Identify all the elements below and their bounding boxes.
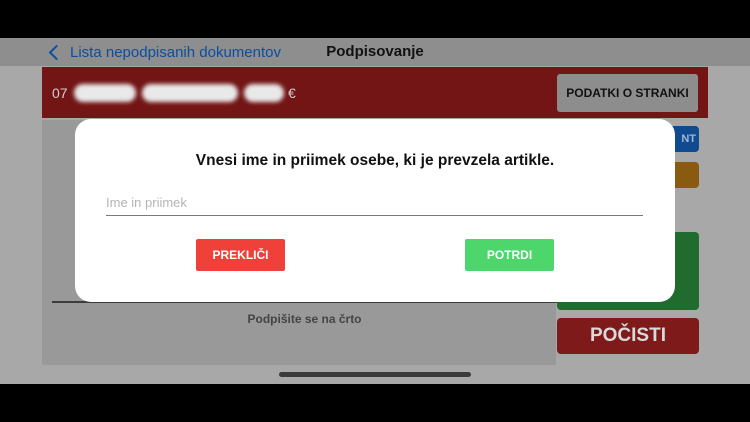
full-name-input[interactable] <box>106 189 643 216</box>
signature-hint: Podpišite se na črto <box>247 312 362 326</box>
document-header: 07 € PODATKI O STRANKI <box>42 67 708 118</box>
dialog-title: Vnesi ime in priimek osebe, ki je prevze… <box>195 152 555 169</box>
redacted-field <box>142 84 238 102</box>
cancel-button[interactable]: PREKLIČI <box>196 239 285 271</box>
currency-symbol: € <box>288 85 296 101</box>
confirm-button[interactable]: POTRDI <box>465 239 554 271</box>
customer-info-button[interactable]: PODATKI O STRANKI <box>557 74 698 112</box>
redacted-field <box>244 84 284 102</box>
redacted-field <box>74 84 136 102</box>
clear-button[interactable]: POČISTI <box>557 318 699 354</box>
document-number-prefix: 07 <box>52 85 68 101</box>
page-title: Podpisovanje <box>326 43 424 60</box>
name-entry-dialog: Vnesi ime in priimek osebe, ki je prevze… <box>75 119 675 302</box>
navigation-bar: Lista nepodpisanih dokumentov Podpisovan… <box>0 38 750 66</box>
home-indicator <box>279 372 471 377</box>
